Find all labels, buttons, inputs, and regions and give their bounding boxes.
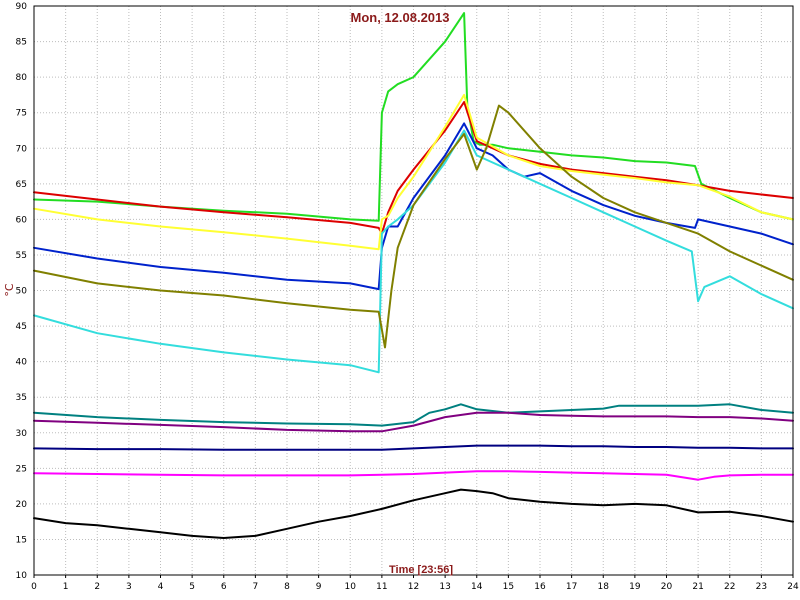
x-tick-label: 24 bbox=[787, 582, 799, 592]
x-tick-label: 17 bbox=[566, 582, 577, 592]
x-tick-label: 2 bbox=[94, 582, 100, 592]
y-tick-label: 75 bbox=[16, 109, 27, 119]
x-tick-label: 14 bbox=[471, 582, 483, 592]
x-tick-label: 15 bbox=[503, 582, 514, 592]
x-tick-label: 21 bbox=[692, 582, 703, 592]
y-tick-label: 15 bbox=[16, 535, 27, 545]
chart-canvas: 10 15 20 25 30 35 40 45 50 55 60 65 70 75 80 85 90 01234… bbox=[0, 0, 800, 600]
x-tick-label: 23 bbox=[756, 582, 767, 592]
y-tick-label: 10 bbox=[16, 571, 28, 581]
x-tick-label: 10 bbox=[345, 582, 357, 592]
x-tick-label: 19 bbox=[629, 582, 641, 592]
y-tick-label: 50 bbox=[16, 287, 28, 297]
y-tick-label: 90 bbox=[16, 2, 28, 12]
x-tick-label: 3 bbox=[126, 582, 132, 592]
y-tick-label: 35 bbox=[16, 393, 27, 403]
y-tick-label: 40 bbox=[16, 358, 28, 368]
y-tick-label: 45 bbox=[16, 322, 27, 332]
y-tick-label: 25 bbox=[16, 464, 27, 474]
chart-background bbox=[0, 0, 800, 600]
x-tick-label: 13 bbox=[439, 582, 450, 592]
x-tick-label: 11 bbox=[376, 582, 387, 592]
y-tick-label: 70 bbox=[16, 144, 28, 154]
x-tick-label: 8 bbox=[284, 582, 290, 592]
y-tick-label: 80 bbox=[16, 73, 28, 83]
temperature-chart: 1015202530354045505560657075808590 01234… bbox=[0, 0, 800, 600]
y-tick-label: 60 bbox=[16, 215, 28, 225]
x-tick-label: 9 bbox=[316, 582, 322, 592]
x-tick-label: 0 bbox=[31, 582, 37, 592]
x-tick-label: 6 bbox=[221, 582, 227, 592]
y-axis-label: °C bbox=[3, 283, 16, 297]
x-tick-label: 4 bbox=[158, 582, 164, 592]
x-tick-label: 12 bbox=[408, 582, 419, 592]
y-tick-label: 55 bbox=[16, 251, 27, 261]
x-tick-label: 1 bbox=[63, 582, 69, 592]
x-tick-label: 18 bbox=[598, 582, 610, 592]
y-tick-label: 85 bbox=[16, 38, 27, 48]
x-axis-label: Time [23:56] bbox=[389, 564, 453, 576]
x-tick-label: 20 bbox=[661, 582, 673, 592]
x-tick-label: 16 bbox=[534, 582, 546, 592]
x-tick-label: 22 bbox=[724, 582, 735, 592]
y-tick-label: 20 bbox=[16, 500, 28, 510]
y-tick-label: 65 bbox=[16, 180, 27, 190]
chart-title: Mon, 12.08.2013 bbox=[351, 10, 450, 25]
x-tick-label: 7 bbox=[253, 582, 259, 592]
x-tick-label: 5 bbox=[189, 582, 195, 592]
y-tick-label: 30 bbox=[16, 429, 28, 439]
